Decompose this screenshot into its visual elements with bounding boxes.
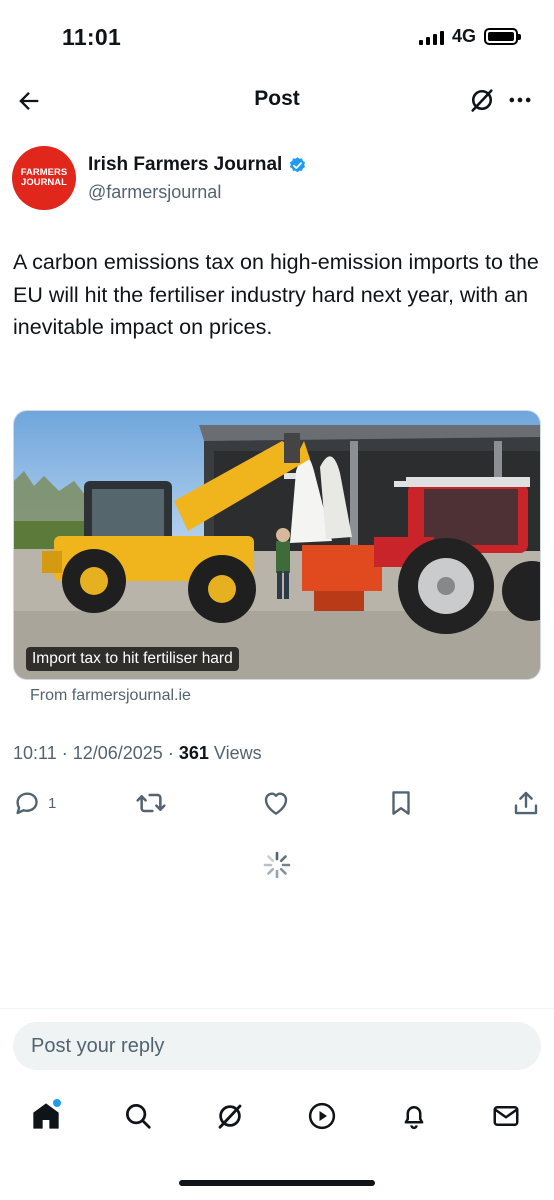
article-photo xyxy=(14,411,540,679)
post-author: FARMERS JOURNAL Irish Farmers Journal @f… xyxy=(12,146,542,212)
tab-notifications[interactable] xyxy=(396,1098,432,1134)
author-name: Irish Farmers Journal xyxy=(88,154,283,175)
grok-icon xyxy=(471,89,493,112)
messages-icon xyxy=(493,1106,519,1126)
new-content-dot xyxy=(53,1099,61,1107)
top-nav: Post xyxy=(0,78,554,122)
divider xyxy=(0,1008,554,1009)
reply-box xyxy=(13,1022,541,1070)
search-icon xyxy=(126,1104,151,1129)
tab-home[interactable] xyxy=(28,1098,64,1134)
repost-icon xyxy=(136,793,166,813)
status-time: 11:01 xyxy=(62,24,122,50)
avatar-text-line2: JOURNAL xyxy=(21,177,67,188)
bookmark-icon xyxy=(392,791,410,815)
post-meta: 10:11 · 12/06/2025 · 361 Views xyxy=(13,743,262,764)
more-options-button[interactable] xyxy=(504,84,536,116)
tab-messages[interactable] xyxy=(488,1098,524,1134)
meta-separator: · xyxy=(61,743,73,763)
share-icon xyxy=(514,791,538,815)
bottom-tab-bar xyxy=(0,1092,554,1140)
battery-icon xyxy=(484,28,521,45)
network-type: 4G xyxy=(451,26,476,46)
grok-icon xyxy=(218,1104,242,1129)
reply-button[interactable]: 1 xyxy=(12,786,56,820)
verified-badge-icon xyxy=(290,156,306,172)
post-text: A carbon emissions tax on high-emission … xyxy=(13,250,539,339)
loading-spinner-icon xyxy=(263,851,291,879)
reply-count: 1 xyxy=(48,794,57,812)
reply-icon xyxy=(16,792,38,815)
status-indicators: 4G xyxy=(418,26,521,47)
author-name-row[interactable]: Irish Farmers Journal xyxy=(88,154,307,176)
notifications-icon xyxy=(404,1106,424,1130)
author-handle[interactable]: @farmersjournal xyxy=(88,182,221,203)
post-date: 12/06/2025 xyxy=(72,743,163,763)
link-card-image[interactable]: Import tax to hit fertiliser hard xyxy=(13,410,541,680)
signal-icon xyxy=(418,29,444,45)
repost-button[interactable] xyxy=(135,786,167,820)
video-icon xyxy=(308,1102,336,1130)
post-actions: 1 xyxy=(0,786,554,820)
media-caption: Import tax to hit fertiliser hard xyxy=(26,647,239,671)
more-horizontal-icon xyxy=(509,97,531,103)
bookmark-button[interactable] xyxy=(386,786,416,820)
views-label: Views xyxy=(213,743,262,763)
status-bar: 11:01 4G xyxy=(0,0,554,80)
tab-grok[interactable] xyxy=(212,1098,248,1134)
meta-separator: · xyxy=(167,743,179,763)
share-button[interactable] xyxy=(511,786,541,820)
home-indicator xyxy=(179,1180,375,1186)
like-button[interactable] xyxy=(261,786,291,820)
reply-input[interactable] xyxy=(13,1022,541,1070)
tab-video[interactable] xyxy=(304,1098,340,1134)
avatar[interactable]: FARMERS JOURNAL xyxy=(12,146,76,210)
tab-search[interactable] xyxy=(120,1098,156,1134)
grok-button[interactable] xyxy=(466,84,498,116)
media-source[interactable]: From farmersjournal.ie xyxy=(30,687,191,705)
like-icon xyxy=(264,792,288,815)
post-time: 10:11 xyxy=(13,743,57,763)
views-count: 361 xyxy=(178,743,209,763)
